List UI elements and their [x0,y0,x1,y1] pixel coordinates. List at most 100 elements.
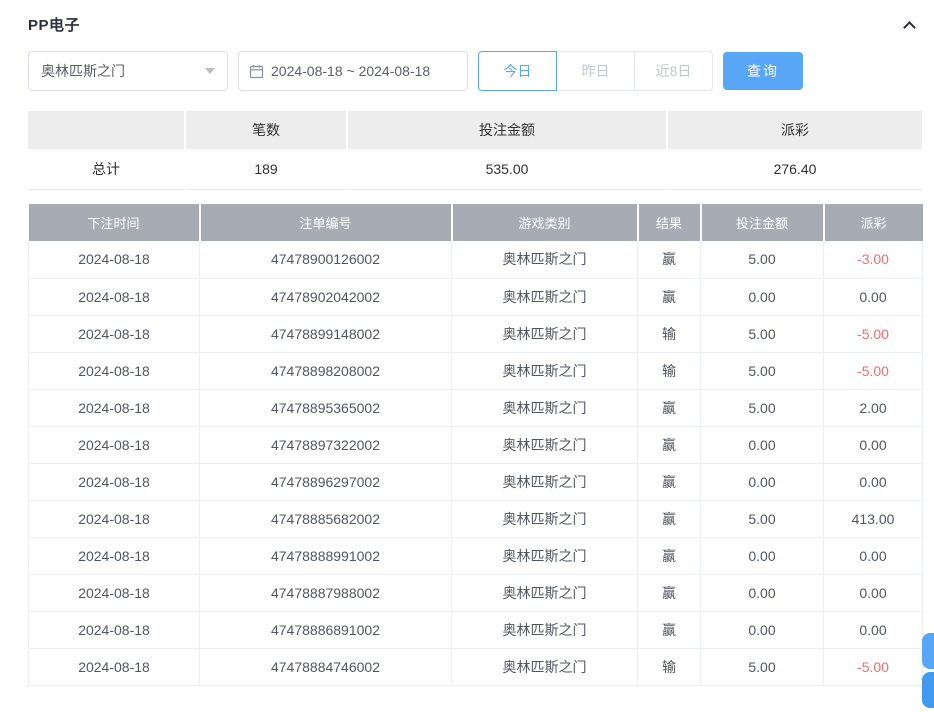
cell-bet-number: 47478886891002 [200,611,452,648]
cell-bet-number: 47478898208002 [200,352,452,389]
cell-payout: -5.00 [824,315,923,352]
col-header-bet-time: 下注时间 [29,204,200,241]
summary-header-count: 笔数 [186,111,346,149]
table-row: 2024-08-1847478900126002奥林匹斯之门赢5.00-3.00 [29,241,923,278]
cell-game-category: 奥林匹斯之门 [452,352,638,389]
cell-payout: 2.00 [824,389,923,426]
cell-bet-time: 2024-08-18 [29,648,200,685]
cell-result: 赢 [638,241,701,278]
cell-game-category: 奥林匹斯之门 [452,389,638,426]
cell-bet-number: 47478887988002 [200,574,452,611]
last-8-days-button[interactable]: 近8日 [634,51,713,91]
cell-game-category: 奥林匹斯之门 [452,500,638,537]
pp-games-panel: PP电子 奥林匹斯之门 2024-08-18 ~ 2024-08-18 今日 昨… [0,0,934,686]
cell-bet-time: 2024-08-18 [29,426,200,463]
col-header-result: 结果 [638,204,701,241]
col-header-game-category: 游戏类别 [452,204,638,241]
cell-bet-amount: 5.00 [701,389,824,426]
cell-bet-amount: 5.00 [701,315,824,352]
cell-game-category: 奥林匹斯之门 [452,315,638,352]
cell-game-category: 奥林匹斯之门 [452,611,638,648]
cell-payout: 0.00 [824,574,923,611]
cell-bet-amount: 5.00 [701,352,824,389]
cell-bet-amount: 5.00 [701,241,824,278]
cell-bet-number: 47478900126002 [200,241,452,278]
game-select[interactable]: 奥林匹斯之门 [28,51,228,91]
cell-game-category: 奥林匹斯之门 [452,241,638,278]
cell-payout: 0.00 [824,463,923,500]
table-row: 2024-08-1847478897322002奥林匹斯之门赢0.000.00 [29,426,923,463]
cell-game-category: 奥林匹斯之门 [452,574,638,611]
summary-header-empty [28,111,184,149]
cell-bet-number: 47478902042002 [200,278,452,315]
cell-bet-amount: 0.00 [701,463,824,500]
cell-payout: 0.00 [824,278,923,315]
floating-button-top[interactable] [922,633,934,669]
summary-total-row: 总计 189 535.00 276.40 [28,149,922,190]
cell-game-category: 奥林匹斯之门 [452,648,638,685]
table-row: 2024-08-1847478895365002奥林匹斯之门赢5.002.00 [29,389,923,426]
cell-bet-time: 2024-08-18 [29,241,200,278]
cell-bet-number: 47478884746002 [200,648,452,685]
game-select-value: 奥林匹斯之门 [41,61,125,81]
table-row: 2024-08-1847478902042002奥林匹斯之门赢0.000.00 [29,278,923,315]
cell-result: 输 [638,648,701,685]
chevron-down-icon [205,68,215,74]
cell-result: 赢 [638,426,701,463]
cell-bet-time: 2024-08-18 [29,278,200,315]
cell-game-category: 奥林匹斯之门 [452,278,638,315]
bets-table: 下注时间 注单编号 游戏类别 结果 投注金额 派彩 2024-08-184747… [28,204,923,686]
cell-result: 赢 [638,463,701,500]
cell-game-category: 奥林匹斯之门 [452,426,638,463]
collapse-chevron-up-icon[interactable] [903,21,916,34]
cell-bet-time: 2024-08-18 [29,463,200,500]
cell-bet-amount: 0.00 [701,278,824,315]
cell-bet-time: 2024-08-18 [29,389,200,426]
table-row: 2024-08-1847478887988002奥林匹斯之门赢0.000.00 [29,574,923,611]
cell-payout: 413.00 [824,500,923,537]
cell-bet-time: 2024-08-18 [29,537,200,574]
cell-result: 赢 [638,537,701,574]
cell-bet-time: 2024-08-18 [29,352,200,389]
cell-game-category: 奥林匹斯之门 [452,463,638,500]
bets-table-header: 下注时间 注单编号 游戏类别 结果 投注金额 派彩 [29,204,923,241]
calendar-icon [249,64,264,79]
cell-bet-time: 2024-08-18 [29,611,200,648]
cell-bet-amount: 0.00 [701,611,824,648]
cell-result: 输 [638,315,701,352]
cell-bet-number: 47478897322002 [200,426,452,463]
cell-bet-number: 47478896297002 [200,463,452,500]
table-row: 2024-08-1847478896297002奥林匹斯之门赢0.000.00 [29,463,923,500]
summary-table: 笔数 投注金额 派彩 总计 189 535.00 276.40 [28,111,922,190]
date-range-picker[interactable]: 2024-08-18 ~ 2024-08-18 [238,51,468,91]
cell-bet-number: 47478885682002 [200,500,452,537]
cell-bet-number: 47478899148002 [200,315,452,352]
table-row: 2024-08-1847478885682002奥林匹斯之门赢5.00413.0… [29,500,923,537]
summary-total-label: 总计 [28,149,184,190]
filter-bar: 奥林匹斯之门 2024-08-18 ~ 2024-08-18 今日 昨日 近8日… [28,51,922,91]
cell-payout: 0.00 [824,537,923,574]
floating-button-bottom[interactable] [922,672,934,708]
cell-result: 输 [638,352,701,389]
cell-payout: -5.00 [824,352,923,389]
table-row: 2024-08-1847478886891002奥林匹斯之门赢0.000.00 [29,611,923,648]
today-button[interactable]: 今日 [478,51,557,91]
cell-bet-time: 2024-08-18 [29,315,200,352]
cell-result: 赢 [638,389,701,426]
query-button[interactable]: 查询 [723,52,803,90]
table-row: 2024-08-1847478899148002奥林匹斯之门输5.00-5.00 [29,315,923,352]
date-range-value: 2024-08-18 ~ 2024-08-18 [271,63,430,79]
cell-bet-amount: 0.00 [701,426,824,463]
cell-bet-amount: 5.00 [701,500,824,537]
page-title: PP电子 [28,14,80,35]
panel-header: PP电子 [28,14,922,35]
quick-range-button-group: 今日 昨日 近8日 [478,51,713,91]
table-row: 2024-08-1847478888991002奥林匹斯之门赢0.000.00 [29,537,923,574]
cell-bet-time: 2024-08-18 [29,500,200,537]
cell-payout: -3.00 [824,241,923,278]
yesterday-button[interactable]: 昨日 [556,51,635,91]
table-row: 2024-08-1847478898208002奥林匹斯之门输5.00-5.00 [29,352,923,389]
cell-bet-time: 2024-08-18 [29,574,200,611]
summary-total-bet-amount: 535.00 [348,149,666,190]
table-row: 2024-08-1847478884746002奥林匹斯之门输5.00-5.00 [29,648,923,685]
